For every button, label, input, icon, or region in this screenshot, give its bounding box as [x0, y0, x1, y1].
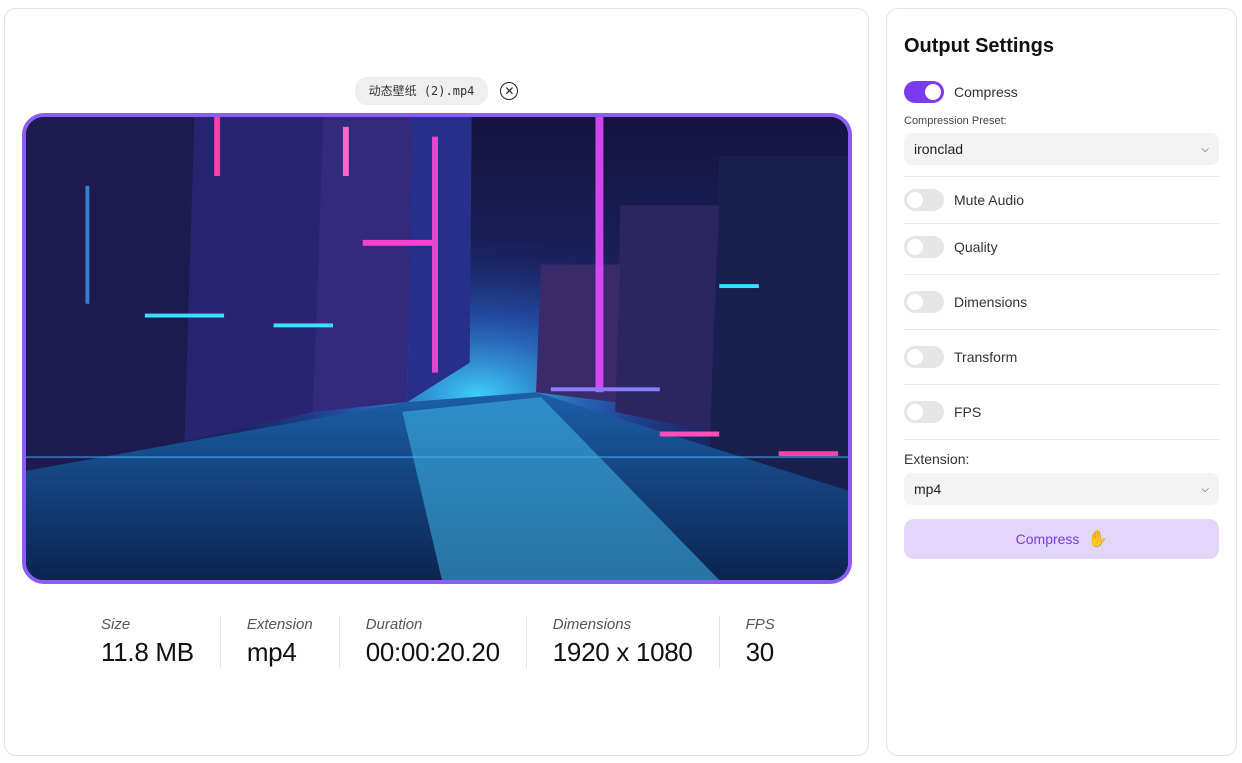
divider	[904, 384, 1219, 385]
stat-size: Size 11.8 MB	[101, 616, 194, 667]
settings-title: Output Settings	[904, 35, 1054, 57]
fps-row: FPS	[904, 400, 1219, 424]
stat-dimensions: Dimensions 1920 x 1080	[525, 616, 719, 668]
mute-audio-toggle[interactable]	[904, 189, 944, 211]
compress-toggle-label: Compress	[954, 84, 1018, 100]
file-chip-row: 动态壁纸 (2).mp4 ✕	[5, 77, 868, 105]
divider	[904, 223, 1219, 224]
compression-preset-label: Compression Preset:	[904, 115, 1007, 127]
file-name-chip: 动态壁纸 (2).mp4	[354, 77, 489, 105]
stat-duration: Duration 00:00:20.20	[338, 616, 526, 668]
dimensions-label: Dimensions	[954, 294, 1028, 310]
chevron-down-icon: ⌵	[1201, 143, 1209, 155]
dimensions-row: Dimensions	[904, 290, 1219, 314]
transform-label: Transform	[954, 349, 1018, 365]
mute-audio-row: Mute Audio	[904, 188, 1219, 212]
transform-row: Transform	[904, 345, 1219, 369]
video-thumbnail[interactable]	[22, 113, 852, 584]
stat-extension: Extension mp4	[219, 616, 339, 668]
extension-value: mp4	[914, 481, 942, 497]
quality-toggle[interactable]	[904, 236, 944, 258]
divider	[904, 439, 1219, 440]
stat-fps: FPS 30	[718, 616, 801, 668]
divider	[904, 274, 1219, 275]
fps-label: FPS	[954, 404, 982, 420]
compress-toggle-row: Compress	[904, 80, 1219, 104]
quality-row: Quality	[904, 235, 1219, 259]
chevron-down-icon: ⌵	[1201, 483, 1209, 495]
divider	[904, 329, 1219, 330]
compress-toggle[interactable]	[904, 81, 944, 103]
extension-label: Extension:	[904, 451, 970, 467]
video-preview-panel: 动态壁纸 (2).mp4 ✕ Size 11.8 MB Extension mp…	[4, 8, 869, 756]
mute-audio-label: Mute Audio	[954, 192, 1025, 208]
hand-icon: ✋	[1087, 531, 1108, 548]
close-circle-icon[interactable]: ✕	[500, 82, 519, 100]
divider	[904, 176, 1219, 177]
fps-toggle[interactable]	[904, 401, 944, 423]
compression-preset-value: ironclad	[914, 141, 964, 157]
video-stats: Size 11.8 MB Extension mp4 Duration 00:0…	[75, 616, 801, 668]
compress-button-label: Compress	[1015, 531, 1080, 547]
compress-button[interactable]: Compress ✋	[904, 519, 1219, 559]
extension-select[interactable]: mp4 ⌵	[904, 473, 1219, 505]
dimensions-toggle[interactable]	[904, 291, 944, 313]
compression-preset-select[interactable]: ironclad ⌵	[904, 133, 1219, 165]
output-settings-panel: Output Settings Compress Compression Pre…	[886, 8, 1237, 756]
quality-label: Quality	[954, 239, 998, 255]
transform-toggle[interactable]	[904, 346, 944, 368]
cyberpunk-city-image	[26, 117, 848, 580]
